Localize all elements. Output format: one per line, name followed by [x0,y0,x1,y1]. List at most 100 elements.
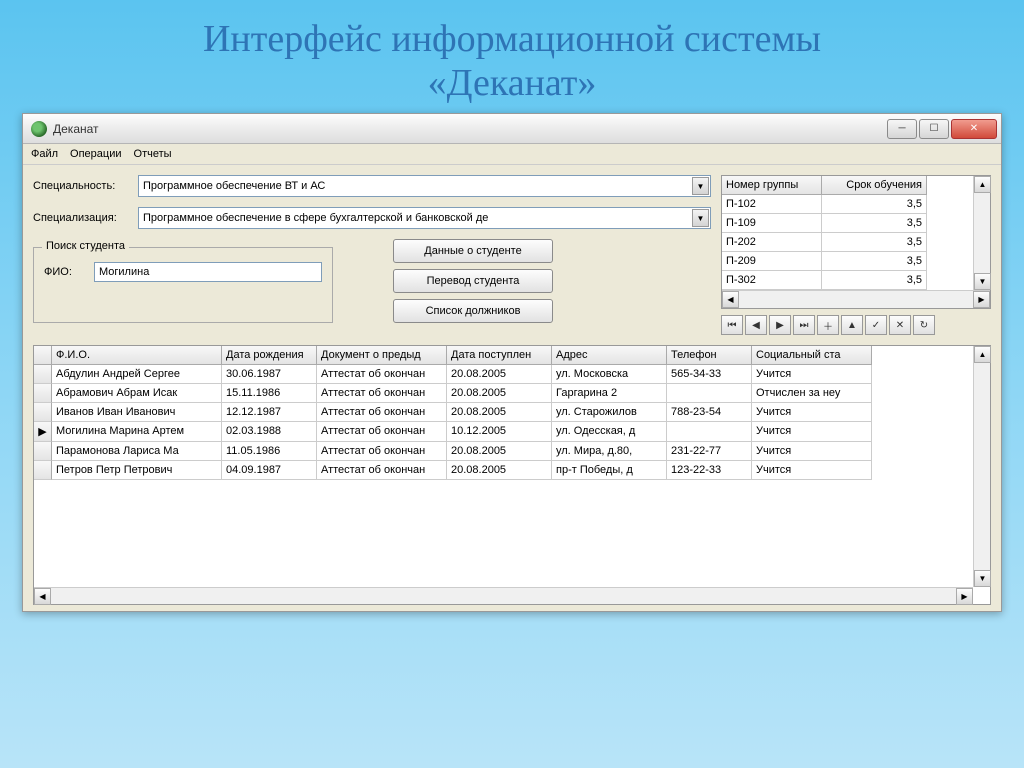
scroll-right-icon[interactable]: ▶ [956,588,973,605]
row-marker [34,403,52,422]
chevron-down-icon[interactable]: ▼ [692,209,709,227]
nav-button-3[interactable]: ⏭ [793,315,815,335]
table-row[interactable]: П-2023,5 [722,233,973,252]
minimize-button[interactable]: ─ [887,119,917,139]
cell-phone: 788-23-54 [667,403,752,422]
scroll-up-icon[interactable]: ▲ [974,176,991,193]
table-row[interactable]: П-1093,5 [722,214,973,233]
scroll-down-icon[interactable]: ▼ [974,273,991,290]
scroll-left-icon[interactable]: ◀ [34,588,51,605]
students-col-status[interactable]: Социальный ста [752,346,872,365]
menu-operations[interactable]: Операции [70,148,121,160]
nav-button-8[interactable]: ↻ [913,315,935,335]
students-col-fio[interactable]: Ф.И.О. [52,346,222,365]
groups-col-term[interactable]: Срок обучения [822,176,927,195]
group-term-cell: 3,5 [822,271,927,290]
groups-scrollbar-vertical[interactable]: ▲ ▼ [973,176,990,290]
cell-admission: 20.08.2005 [447,403,552,422]
students-scrollbar-horizontal[interactable]: ◀ ▶ [34,587,973,604]
cell-address: ул. Московска [552,365,667,384]
cell-phone [667,384,752,403]
cell-admission: 20.08.2005 [447,442,552,461]
cell-status: Учится [752,442,872,461]
nav-button-4[interactable]: ＋ [817,315,839,335]
nav-button-0[interactable]: ⏮ [721,315,743,335]
groups-col-number[interactable]: Номер группы [722,176,822,195]
cell-dob: 30.06.1987 [222,365,317,384]
scroll-right-icon[interactable]: ▶ [973,291,990,308]
cell-phone: 123-22-33 [667,461,752,480]
cell-doc: Аттестат об окончан [317,403,447,422]
students-scrollbar-vertical[interactable]: ▲ ▼ [973,346,990,587]
groups-grid[interactable]: Номер группы Срок обучения П-1023,5П-109… [721,175,991,309]
scroll-left-icon[interactable]: ◀ [722,291,739,308]
cell-doc: Аттестат об окончан [317,461,447,480]
cell-phone: 231-22-77 [667,442,752,461]
table-row[interactable]: П-2093,5 [722,252,973,271]
cell-doc: Аттестат об окончан [317,384,447,403]
app-icon [31,121,47,137]
table-row[interactable]: ▶Могилина Марина Артем02.03.1988Аттестат… [34,422,973,442]
groups-scrollbar-horizontal[interactable]: ◀ ▶ [722,290,990,308]
cell-address: ул. Старожилов [552,403,667,422]
transfer-student-button[interactable]: Перевод студента [393,269,553,293]
scroll-down-icon[interactable]: ▼ [974,570,991,587]
nav-button-6[interactable]: ✓ [865,315,887,335]
cell-phone: 565-34-33 [667,365,752,384]
table-row[interactable]: Парамонова Лариса Ма11.05.1986Аттестат о… [34,442,973,461]
cell-fio: Иванов Иван Иванович [52,403,222,422]
cell-admission: 20.08.2005 [447,461,552,480]
group-number-cell: П-302 [722,271,822,290]
row-marker [34,442,52,461]
cell-doc: Аттестат об окончан [317,365,447,384]
row-marker [34,461,52,480]
students-col-phone[interactable]: Телефон [667,346,752,365]
cell-admission: 10.12.2005 [447,422,552,442]
table-row[interactable]: Иванов Иван Иванович12.12.1987Аттестат о… [34,403,973,422]
students-col-doc[interactable]: Документ о предыд [317,346,447,365]
menu-reports[interactable]: Отчеты [134,148,172,160]
table-row[interactable]: Петров Петр Петрович04.09.1987Аттестат о… [34,461,973,480]
slide-title: Интерфейс информационной системы «Декана… [0,0,1024,113]
table-row[interactable]: П-3023,5 [722,271,973,290]
debtors-list-button[interactable]: Список должников [393,299,553,323]
fio-input[interactable] [94,262,322,282]
cell-address: пр-т Победы, д [552,461,667,480]
nav-button-5[interactable]: ▲ [841,315,863,335]
table-row[interactable]: П-1023,5 [722,195,973,214]
specialization-value: Программное обеспечение в сфере бухгалте… [143,212,488,224]
close-button[interactable]: ✕ [951,119,997,139]
cell-status: Учится [752,461,872,480]
nav-button-2[interactable]: ▶ [769,315,791,335]
menubar: Файл Операции Отчеты [23,144,1001,165]
cell-dob: 02.03.1988 [222,422,317,442]
group-term-cell: 3,5 [822,233,927,252]
cell-fio: Абдулин Андрей Сергее [52,365,222,384]
students-col-dob[interactable]: Дата рождения [222,346,317,365]
cell-admission: 20.08.2005 [447,384,552,403]
nav-button-1[interactable]: ◀ [745,315,767,335]
table-row[interactable]: Абрамович Абрам Исак15.11.1986Аттестат о… [34,384,973,403]
row-marker [34,384,52,403]
group-number-cell: П-102 [722,195,822,214]
cell-dob: 15.11.1986 [222,384,317,403]
student-data-button[interactable]: Данные о студенте [393,239,553,263]
app-window: Деканат ─ ☐ ✕ Файл Операции Отчеты Специ… [22,113,1002,612]
students-grid[interactable]: Ф.И.О. Дата рождения Документ о предыд Д… [33,345,991,605]
client-area: Специальность: Программное обеспечение В… [23,165,1001,611]
specialization-combo[interactable]: Программное обеспечение в сфере бухгалте… [138,207,711,229]
students-col-address[interactable]: Адрес [552,346,667,365]
maximize-button[interactable]: ☐ [919,119,949,139]
nav-button-7[interactable]: ✕ [889,315,911,335]
students-col-admission[interactable]: Дата поступлен [447,346,552,365]
scroll-up-icon[interactable]: ▲ [974,346,991,363]
cell-doc: Аттестат об окончан [317,442,447,461]
table-row[interactable]: Абдулин Андрей Сергее30.06.1987Аттестат … [34,365,973,384]
cell-phone [667,422,752,442]
chevron-down-icon[interactable]: ▼ [692,177,709,195]
specialization-label: Специализация: [33,212,138,224]
group-number-cell: П-209 [722,252,822,271]
speciality-combo[interactable]: Программное обеспечение ВТ и АС ▼ [138,175,711,197]
menu-file[interactable]: Файл [31,148,58,160]
speciality-value: Программное обеспечение ВТ и АС [143,180,325,192]
